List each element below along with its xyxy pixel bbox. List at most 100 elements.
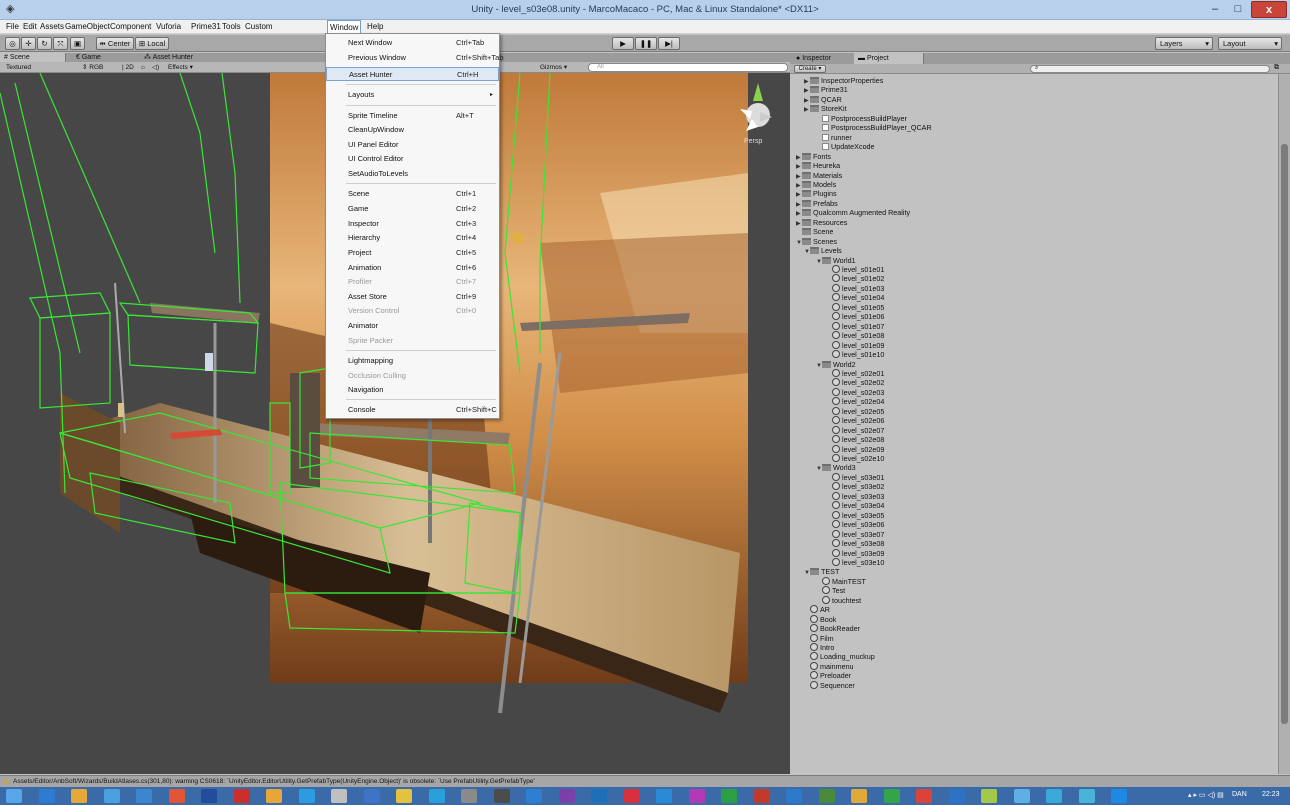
tree-scene-asset[interactable]: level_s02e08 xyxy=(826,435,884,444)
tree-scene-asset[interactable]: level_s02e09 xyxy=(826,444,884,454)
tree-scene-asset[interactable]: level_s02e05 xyxy=(826,406,884,416)
gizmos-dropdown[interactable]: Gizmos ▾ xyxy=(540,63,567,72)
tree-folder[interactable]: ▼ World1 xyxy=(816,256,856,265)
hand-tool-button[interactable]: ◎ xyxy=(5,37,20,50)
taskbar-app-icon[interactable] xyxy=(753,789,770,803)
taskbar-app-icon[interactable] xyxy=(721,789,737,803)
window-menu-item-cleanupwindow[interactable]: CleanUpWindow xyxy=(326,123,499,137)
audio-toggle-icon[interactable]: ◁) xyxy=(152,63,159,72)
window-menu-item-sprite-timeline[interactable]: Sprite Timeline Alt+T xyxy=(326,109,499,123)
tree-folder[interactable]: ▶ Models xyxy=(796,180,836,189)
tree-scene-asset[interactable]: level_s02e04 xyxy=(826,397,884,406)
taskbar-app-icon[interactable] xyxy=(493,789,510,803)
window-menu-item-lightmapping[interactable]: Lightmapping xyxy=(326,354,499,368)
tree-scene-asset[interactable]: level_s03e06 xyxy=(826,520,884,529)
move-tool-button[interactable]: ✛ xyxy=(21,37,36,50)
tab-scene[interactable]: # Scene xyxy=(0,53,66,62)
tree-folder[interactable]: ▼ World3 xyxy=(816,463,856,472)
taskbar-app-icon[interactable] xyxy=(591,789,607,803)
lighting-toggle-icon[interactable]: ☼ xyxy=(140,63,146,72)
scale-tool-button[interactable]: ⤧ xyxy=(53,37,68,50)
taskbar-app-icon[interactable] xyxy=(103,789,120,803)
menu-custom[interactable]: Custom xyxy=(245,22,273,31)
tree-scene-asset[interactable]: level_s03e07 xyxy=(826,529,884,539)
tree-scene-asset[interactable]: level_s01e05 xyxy=(826,302,884,312)
layout-dropdown[interactable]: Layout ▾ xyxy=(1218,37,1282,50)
tree-scene-asset[interactable]: level_s01e03 xyxy=(826,283,884,293)
tree-scene-asset[interactable]: touchtest xyxy=(816,595,861,605)
close-button[interactable]: x xyxy=(1251,1,1287,18)
tree-scene-asset[interactable]: level_s03e09 xyxy=(826,548,884,558)
tree-scene-asset[interactable]: level_s03e02 xyxy=(826,482,884,491)
taskbar-app-icon[interactable] xyxy=(916,789,932,803)
tree-folder[interactable]: ▶ Heureka xyxy=(796,161,840,170)
create-dropdown[interactable]: Create ▾ xyxy=(794,65,826,73)
window-menu-item-setaudiotolevels[interactable]: SetAudioToLevels xyxy=(326,167,499,181)
tab-project[interactable]: ▬ Project xyxy=(854,53,924,64)
taskbar-app-icon[interactable] xyxy=(558,789,575,803)
window-menu-item-asset-hunter[interactable]: Asset Hunter Ctrl+H xyxy=(326,67,499,81)
tree-scene-asset[interactable]: BookReader xyxy=(804,624,860,633)
draw-mode-dropdown[interactable]: Textured xyxy=(6,63,31,72)
window-menu-item-ui-panel-editor[interactable]: UI Panel Editor xyxy=(326,138,499,152)
menu-file[interactable]: File xyxy=(6,22,19,31)
window-menu-item-inspector[interactable]: Inspector Ctrl+3 xyxy=(326,217,499,231)
tree-folder[interactable]: ▶ Qualcomm Augmented Reality xyxy=(796,208,910,217)
taskbar-app-icon[interactable] xyxy=(948,789,965,803)
tree-scene-asset[interactable]: level_s03e05 xyxy=(826,510,884,520)
tree-scene-asset[interactable]: level_s02e06 xyxy=(826,416,884,425)
rect-tool-button[interactable]: ▣ xyxy=(70,37,85,50)
taskbar-app-icon[interactable] xyxy=(396,789,412,803)
taskbar-app-icon[interactable] xyxy=(981,789,997,803)
render-mode-dropdown[interactable]: ⇕ RGB xyxy=(82,63,103,72)
taskbar-app-icon[interactable] xyxy=(298,789,315,803)
tree-scene-asset[interactable]: level_s03e08 xyxy=(826,539,884,548)
pause-button[interactable]: ❚❚ xyxy=(635,37,657,50)
taskbar-app-icon[interactable] xyxy=(656,789,672,803)
tree-scene-asset[interactable]: MainTEST xyxy=(816,576,866,586)
menu-window[interactable]: Window xyxy=(327,20,362,34)
tree-scene-asset[interactable]: mainmenu xyxy=(804,661,854,671)
window-menu-item-animator[interactable]: Animator xyxy=(326,319,499,333)
taskbar-app-icon[interactable] xyxy=(331,789,347,803)
project-search-input[interactable]: ⌕ xyxy=(1030,65,1270,73)
tree-folder[interactable]: ▼ Levels xyxy=(804,246,842,255)
menu-help[interactable]: Help xyxy=(367,22,383,31)
tree-folder[interactable]: ▼ Scenes xyxy=(796,237,837,246)
toggle-2d-button[interactable]: | 2D xyxy=(122,63,134,72)
tree-scene-asset[interactable]: level_s02e10 xyxy=(826,454,884,463)
tree-scene-asset[interactable]: level_s01e01 xyxy=(826,265,884,274)
clock[interactable]: 22:23 xyxy=(1262,791,1280,798)
tree-scene-asset[interactable]: level_s03e10 xyxy=(826,557,884,567)
window-menu-item-asset-store[interactable]: Asset Store Ctrl+9 xyxy=(326,290,499,304)
taskbar-app-icon[interactable] xyxy=(883,789,900,803)
maximize-button[interactable]: □ xyxy=(1228,1,1248,18)
projection-label[interactable]: Persp xyxy=(744,138,762,145)
taskbar-app-icon[interactable] xyxy=(363,789,380,803)
taskbar-app-icon[interactable] xyxy=(266,789,282,803)
tree-scene-asset[interactable]: level_s01e04 xyxy=(826,293,884,302)
taskbar-app-icon[interactable] xyxy=(1046,789,1062,803)
tree-scene-asset[interactable]: level_s02e02 xyxy=(826,378,884,387)
window-menu-item-scene[interactable]: Scene Ctrl+1 xyxy=(326,187,499,201)
taskbar-app-icon[interactable] xyxy=(1111,789,1127,803)
tree-folder[interactable]: ▶ Plugins xyxy=(796,189,837,198)
tree-folder[interactable]: ▼ TEST xyxy=(804,567,839,576)
rotate-tool-button[interactable]: ↻ xyxy=(37,37,52,50)
tree-file[interactable]: PostprocessBuildPlayer_QCAR xyxy=(816,123,932,132)
pivot-center-button[interactable]: ⇹ Center xyxy=(96,37,134,50)
tree-folder[interactable]: ▶ Resources xyxy=(796,218,847,227)
taskbar-app-icon[interactable] xyxy=(786,789,802,803)
tree-folder[interactable]: ▶ Materials xyxy=(796,171,842,180)
tree-scene-asset[interactable]: AR xyxy=(804,605,830,614)
tree-folder[interactable]: Scene xyxy=(796,227,833,236)
window-menu-item-project[interactable]: Project Ctrl+5 xyxy=(326,246,499,260)
gizmo-search-input[interactable]: All xyxy=(588,63,788,72)
tree-scene-asset[interactable]: level_s02e07 xyxy=(826,425,884,435)
filter-icon[interactable]: ⧉ xyxy=(1274,64,1279,72)
window-menu-item-animation[interactable]: Animation Ctrl+6 xyxy=(326,261,499,275)
tree-scene-asset[interactable]: Intro xyxy=(804,643,834,652)
taskbar-app-icon[interactable] xyxy=(233,789,250,803)
tree-scene-asset[interactable]: level_s03e03 xyxy=(826,491,884,501)
tree-file[interactable]: runner xyxy=(816,133,852,142)
